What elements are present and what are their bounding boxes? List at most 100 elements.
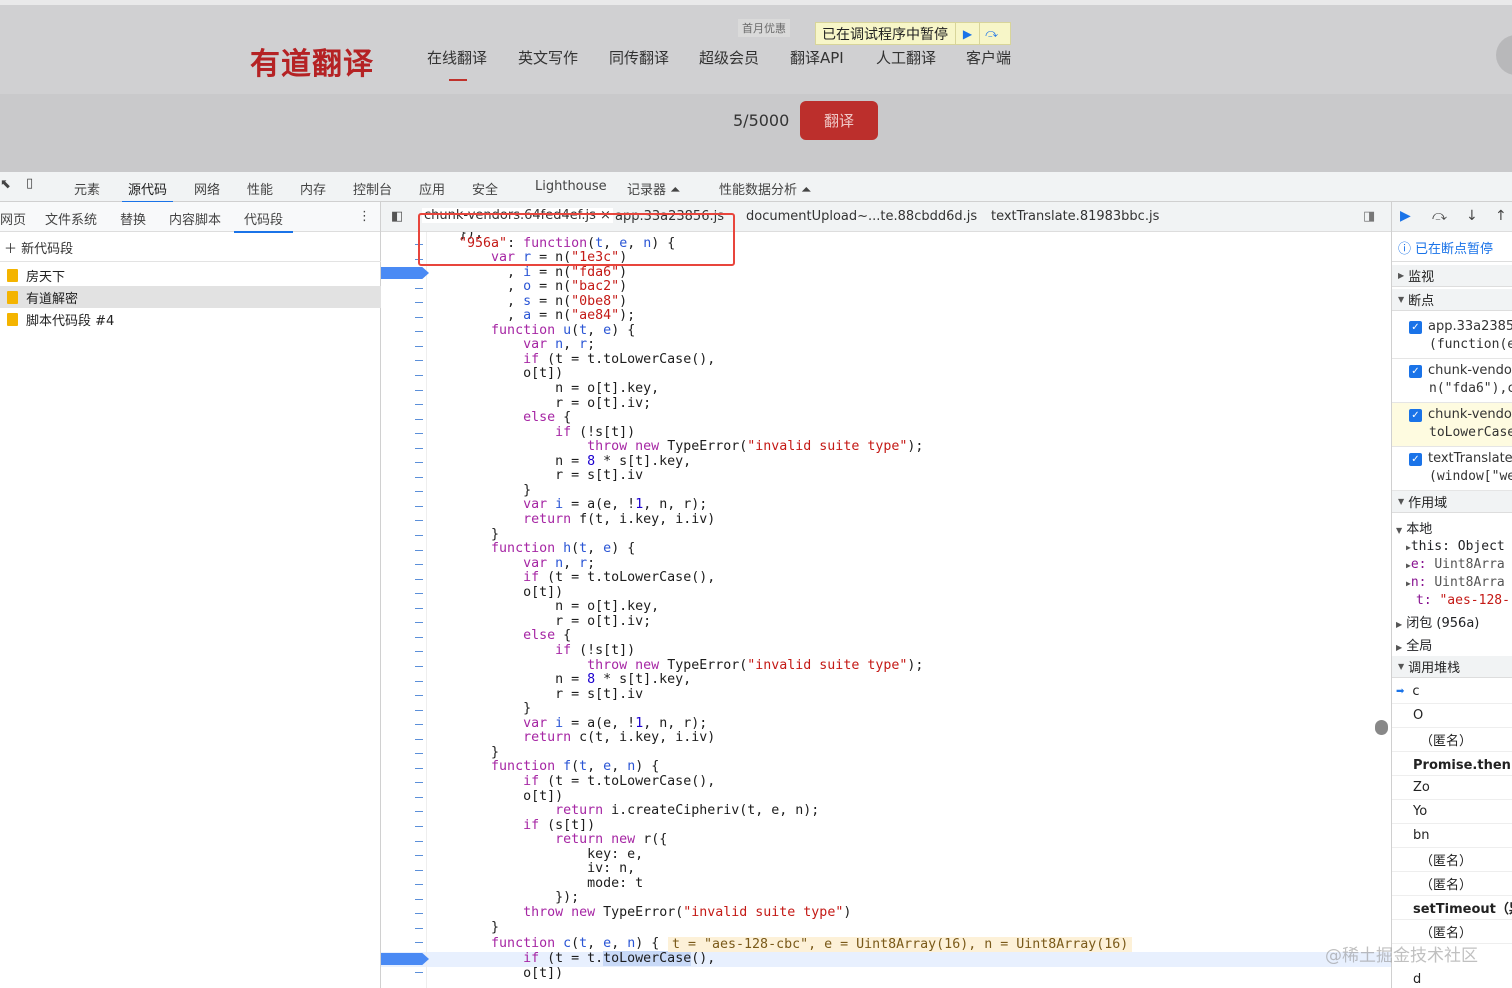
gutter-line-mark[interactable] — [415, 447, 423, 449]
tab-sources[interactable]: 源代码 — [121, 179, 174, 203]
tab-perf-insights[interactable]: 性能数据分析 ⏶ — [719, 179, 812, 198]
breakpoint-item-active[interactable]: ✓ chunk-vendors toLowerCase — [1392, 403, 1512, 447]
section-watch[interactable]: ▶ 监视 — [1392, 265, 1512, 287]
gutter-line-mark[interactable] — [415, 418, 423, 420]
gutter-line-mark[interactable] — [415, 374, 423, 376]
gutter-line-mark[interactable] — [415, 665, 423, 667]
gutter-line-mark[interactable] — [415, 782, 423, 784]
gutter-line-mark[interactable] — [415, 971, 423, 973]
gutter-line-mark[interactable] — [415, 840, 423, 842]
breakpoint-marker-active[interactable] — [381, 953, 429, 965]
breakpoint-item[interactable]: ✓ chunk-vendors n("fda6"),c — [1392, 359, 1512, 403]
scope-local[interactable]: ▼ 本地 — [1396, 518, 1432, 537]
gutter-line-mark[interactable] — [415, 549, 423, 551]
scope-var[interactable]: t: "aes-128- — [1416, 593, 1510, 608]
tab-lighthouse[interactable]: Lighthouse — [535, 179, 607, 194]
callstack-frame[interactable]: Zo — [1392, 776, 1512, 800]
gutter-line-mark[interactable] — [415, 898, 423, 900]
step-over-icon[interactable]: ⤼ — [979, 23, 1003, 44]
gutter-line-mark[interactable] — [415, 884, 423, 886]
callstack-frame[interactable]: d — [1392, 968, 1512, 988]
gutter-line-mark[interactable] — [415, 651, 423, 653]
checkbox-checked-icon[interactable]: ✓ — [1409, 453, 1422, 466]
gutter-line-mark[interactable] — [415, 287, 423, 289]
gutter-line-mark[interactable] — [415, 520, 423, 522]
new-snippet-button[interactable]: ＋ 新代码段 — [4, 238, 73, 257]
gutter-line-mark[interactable] — [415, 927, 423, 929]
section-callstack[interactable]: ▼ 调用堆栈 — [1392, 656, 1512, 678]
scope-global[interactable]: ▶ 全局 — [1396, 635, 1432, 654]
tab-security[interactable]: 安全 — [472, 179, 498, 198]
translate-button[interactable]: 翻译 — [800, 101, 878, 140]
gutter-line-mark[interactable] — [415, 753, 423, 755]
scope-var[interactable]: ▶this: Object — [1406, 539, 1505, 554]
gutter-line-mark[interactable] — [415, 767, 423, 769]
gutter-line-mark[interactable] — [415, 564, 423, 566]
snippet-item-selected[interactable]: 有道解密 — [0, 286, 381, 308]
gutter-line-mark[interactable] — [415, 636, 423, 638]
resume-icon[interactable]: ▶ — [1400, 208, 1411, 224]
scope-var[interactable]: ▶n: Uint8Arra — [1406, 575, 1505, 590]
callstack-frame[interactable]: （匿名） — [1392, 872, 1512, 896]
gutter-line-mark[interactable] — [415, 695, 423, 697]
file-tab-text-translate[interactable]: textTranslate.81983bbc.js — [991, 209, 1159, 224]
youdao-logo[interactable]: 有道翻译 — [250, 39, 374, 83]
scope-var[interactable]: ▶e: Uint8Arra — [1406, 557, 1505, 572]
resume-icon[interactable]: ▶ — [955, 23, 979, 44]
nav-english-writing[interactable]: 英文写作 — [518, 47, 578, 68]
nav-human-translate[interactable]: 人工翻译 — [876, 47, 936, 68]
gutter-line-mark[interactable] — [415, 869, 423, 871]
gutter-line-mark[interactable] — [415, 505, 423, 507]
gutter-line-mark[interactable] — [415, 913, 423, 915]
device-toggle-icon[interactable]: ▯ — [26, 176, 33, 191]
nav-tab-filesystem[interactable]: 文件系统 — [45, 209, 97, 228]
section-breakpoints[interactable]: ▼ 断点 — [1392, 289, 1512, 311]
callstack-frame[interactable]: Yo — [1392, 800, 1512, 824]
tab-performance[interactable]: 性能 — [247, 179, 273, 198]
tab-elements[interactable]: 元素 — [74, 179, 100, 198]
gutter-line-mark[interactable] — [415, 855, 423, 857]
gutter-line-mark[interactable] — [415, 593, 423, 595]
gutter-line-mark[interactable] — [415, 826, 423, 827]
gutter-line-mark[interactable] — [415, 491, 423, 493]
nav-online-translate[interactable]: 在线翻译 — [427, 47, 487, 81]
gutter-line-mark[interactable] — [415, 709, 423, 711]
nav-api[interactable]: 翻译API — [790, 47, 844, 68]
tab-memory[interactable]: 内存 — [300, 179, 326, 198]
breakpoint-marker[interactable] — [381, 267, 429, 279]
tab-recorder[interactable]: 记录器 ⏶ — [627, 179, 681, 198]
gutter-line-mark[interactable] — [415, 316, 423, 318]
toggle-debugger-icon[interactable]: ◨ — [1363, 209, 1375, 224]
snippet-item[interactable]: 脚本代码段 #4 — [0, 308, 381, 330]
gutter-line-mark[interactable] — [415, 942, 423, 944]
callstack-frame[interactable]: （匿名） — [1392, 848, 1512, 872]
callstack-frame[interactable]: O — [1392, 704, 1512, 728]
nav-tab-content-scripts[interactable]: 内容脚本 — [169, 209, 221, 228]
tab-console[interactable]: 控制台 — [353, 179, 392, 198]
section-scope[interactable]: ▼ 作用域 — [1392, 491, 1512, 513]
gutter-line-mark[interactable] — [415, 360, 423, 362]
gutter-line-mark[interactable] — [415, 462, 423, 464]
nav-tab-snippets[interactable]: 代码段 — [233, 209, 294, 233]
snippet-item[interactable]: 房天下 — [0, 264, 381, 286]
gutter-line-mark[interactable] — [415, 796, 423, 798]
gutter-line-mark[interactable] — [415, 433, 423, 435]
callstack-frame[interactable]: bn — [1392, 824, 1512, 848]
checkbox-checked-icon[interactable]: ✓ — [1409, 409, 1422, 422]
gutter-line-mark[interactable] — [415, 738, 423, 740]
gutter-line-mark[interactable] — [415, 389, 423, 391]
gutter-line-mark[interactable] — [415, 535, 423, 536]
nav-tab-overrides[interactable]: 替换 — [120, 209, 146, 228]
more-options-icon[interactable]: ⋮ — [358, 209, 371, 224]
checkbox-checked-icon[interactable]: ✓ — [1409, 321, 1422, 334]
breakpoint-item[interactable]: ✓ app.33a23856 (function(e — [1392, 315, 1512, 359]
gutter-line-mark[interactable] — [415, 578, 423, 580]
gutter-line-mark[interactable] — [415, 607, 423, 609]
nav-client[interactable]: 客户端 — [966, 47, 1011, 68]
gutter-line-mark[interactable] — [415, 622, 423, 624]
gutter-line-mark[interactable] — [415, 404, 423, 406]
gutter-line-mark[interactable] — [415, 724, 423, 726]
line-gutter[interactable] — [381, 232, 427, 988]
gutter-line-mark[interactable] — [415, 680, 423, 682]
callstack-frame-current[interactable]: ➡ c — [1392, 680, 1512, 704]
